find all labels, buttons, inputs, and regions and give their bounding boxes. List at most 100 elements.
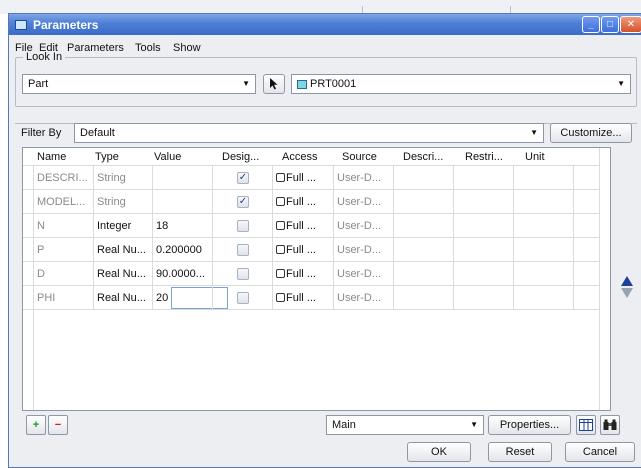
pointer-arrow-icon xyxy=(270,78,278,90)
designate-checkbox[interactable] xyxy=(237,244,249,256)
lock-icon xyxy=(276,269,285,278)
cell-name[interactable]: DESCRI... xyxy=(34,166,92,190)
cell-access[interactable]: Full ... xyxy=(273,262,332,286)
cell-source[interactable]: User-D... xyxy=(334,262,392,286)
column-header-source[interactable]: Source xyxy=(342,151,377,163)
cell-name[interactable]: D xyxy=(34,262,92,286)
column-header-restriction[interactable]: Restri... xyxy=(465,151,503,163)
customize-button[interactable]: Customize... xyxy=(550,123,632,143)
header-divider xyxy=(23,165,600,166)
designate-checkbox[interactable]: ✓ xyxy=(237,172,249,184)
view-value: Main xyxy=(332,419,356,431)
cell-type[interactable]: String xyxy=(94,190,151,214)
lookin-model-select[interactable]: PRT0001 ▼ xyxy=(291,74,631,94)
move-down-arrow-icon[interactable] xyxy=(621,288,633,298)
table-row[interactable]: D Real Nu... 90.0000... Full ... User-D... xyxy=(23,262,603,286)
table-row[interactable]: DESCRI... String Full ... User-D... ✓ xyxy=(23,166,603,190)
cell-value[interactable]: 0.200000 xyxy=(153,238,211,262)
table-columns-icon xyxy=(579,419,593,431)
cell-source[interactable]: User-D... xyxy=(334,190,392,214)
designate-checkbox[interactable] xyxy=(237,292,249,304)
lookin-label: Look In xyxy=(23,51,66,63)
cell-source[interactable]: User-D... xyxy=(334,166,392,190)
access-text: Full ... xyxy=(286,172,316,184)
designate-checkbox[interactable] xyxy=(237,220,249,232)
cell-access[interactable]: Full ... xyxy=(273,286,332,310)
menu-parameters[interactable]: Parameters xyxy=(67,42,124,54)
column-header-designate[interactable]: Desig... xyxy=(222,151,259,163)
access-text: Full ... xyxy=(286,220,316,232)
cell-source[interactable]: User-D... xyxy=(334,286,392,310)
column-header-type[interactable]: Type xyxy=(95,151,119,163)
select-model-button[interactable] xyxy=(263,74,285,94)
designate-checkbox[interactable] xyxy=(237,268,249,280)
cell-access[interactable]: Full ... xyxy=(273,166,332,190)
title-bar[interactable]: Parameters _ □ ✕ xyxy=(9,14,641,35)
maximize-button[interactable]: □ xyxy=(601,16,619,33)
access-text: Full ... xyxy=(286,244,316,256)
view-select[interactable]: Main ▼ xyxy=(326,415,484,435)
window-title: Parameters xyxy=(33,18,99,32)
cell-type[interactable]: Integer xyxy=(94,214,151,238)
reset-button[interactable]: Reset xyxy=(488,442,552,462)
remove-parameter-button[interactable]: − xyxy=(48,415,68,435)
close-button[interactable]: ✕ xyxy=(620,16,641,33)
properties-button[interactable]: Properties... xyxy=(488,415,571,435)
ok-button[interactable]: OK xyxy=(407,442,471,462)
column-header-description[interactable]: Descri... xyxy=(403,151,443,163)
access-text: Full ... xyxy=(286,292,316,304)
lookin-type-value: Part xyxy=(28,78,49,90)
lookin-model-value: PRT0001 xyxy=(310,78,357,90)
window-icon xyxy=(15,20,27,30)
table-columns-button[interactable] xyxy=(576,415,596,435)
chevron-down-icon: ▼ xyxy=(530,128,538,137)
cell-type[interactable]: Real Nu... xyxy=(94,238,151,262)
designate-checkbox[interactable]: ✓ xyxy=(237,196,249,208)
menu-tools[interactable]: Tools xyxy=(135,42,161,54)
access-text: Full ... xyxy=(286,196,316,208)
cancel-button[interactable]: Cancel xyxy=(565,442,635,462)
cell-type[interactable]: Real Nu... xyxy=(94,262,151,286)
add-parameter-button[interactable]: + xyxy=(26,415,46,435)
check-icon: ✓ xyxy=(238,172,248,183)
cell-name[interactable]: MODEL... xyxy=(34,190,92,214)
cell-value[interactable] xyxy=(153,166,211,190)
column-header-access[interactable]: Access xyxy=(282,151,317,163)
filter-label: Filter By xyxy=(21,127,62,139)
filter-value: Default xyxy=(80,127,115,139)
cell-value[interactable]: 90.0000... xyxy=(153,262,211,286)
parameters-table: Name Type Value Desig... Access Source D… xyxy=(22,147,611,411)
cell-type[interactable]: String xyxy=(94,166,151,190)
cell-access[interactable]: Full ... xyxy=(273,214,332,238)
table-row[interactable]: P Real Nu... 0.200000 Full ... User-D... xyxy=(23,238,603,262)
cell-name[interactable]: PHI xyxy=(34,286,92,310)
lock-icon xyxy=(276,197,285,206)
table-row[interactable]: MODEL... String Full ... User-D... ✓ xyxy=(23,190,603,214)
cell-type[interactable]: Real Nu... xyxy=(94,286,151,310)
chevron-down-icon: ▼ xyxy=(470,420,478,429)
cell-name[interactable]: P xyxy=(34,238,92,262)
chevron-down-icon: ▼ xyxy=(242,79,250,88)
cell-source[interactable]: User-D... xyxy=(334,214,392,238)
cell-source[interactable]: User-D... xyxy=(334,238,392,262)
column-header-value[interactable]: Value xyxy=(154,151,181,163)
column-header-name[interactable]: Name xyxy=(37,151,66,163)
filter-select[interactable]: Default ▼ xyxy=(74,123,544,143)
find-button[interactable] xyxy=(600,415,620,435)
cell-value[interactable] xyxy=(153,190,211,214)
lock-icon xyxy=(276,221,285,230)
access-text: Full ... xyxy=(286,268,316,280)
cell-access[interactable]: Full ... xyxy=(273,238,332,262)
move-up-arrow-icon[interactable] xyxy=(621,276,633,286)
cell-name[interactable]: N xyxy=(34,214,92,238)
part-icon xyxy=(297,80,307,89)
table-row[interactable]: N Integer 18 Full ... User-D... xyxy=(23,214,603,238)
minimize-button[interactable]: _ xyxy=(582,16,600,33)
table-row[interactable]: PHI Real Nu... 20 Full ... User-D... xyxy=(23,286,603,310)
column-header-unit[interactable]: Unit xyxy=(525,151,545,163)
cell-value[interactable]: 18 xyxy=(153,214,211,238)
cell-access[interactable]: Full ... xyxy=(273,190,332,214)
cell-value[interactable]: 20 xyxy=(153,286,211,310)
menu-show[interactable]: Show xyxy=(173,42,201,54)
lookin-type-select[interactable]: Part ▼ xyxy=(22,74,256,94)
